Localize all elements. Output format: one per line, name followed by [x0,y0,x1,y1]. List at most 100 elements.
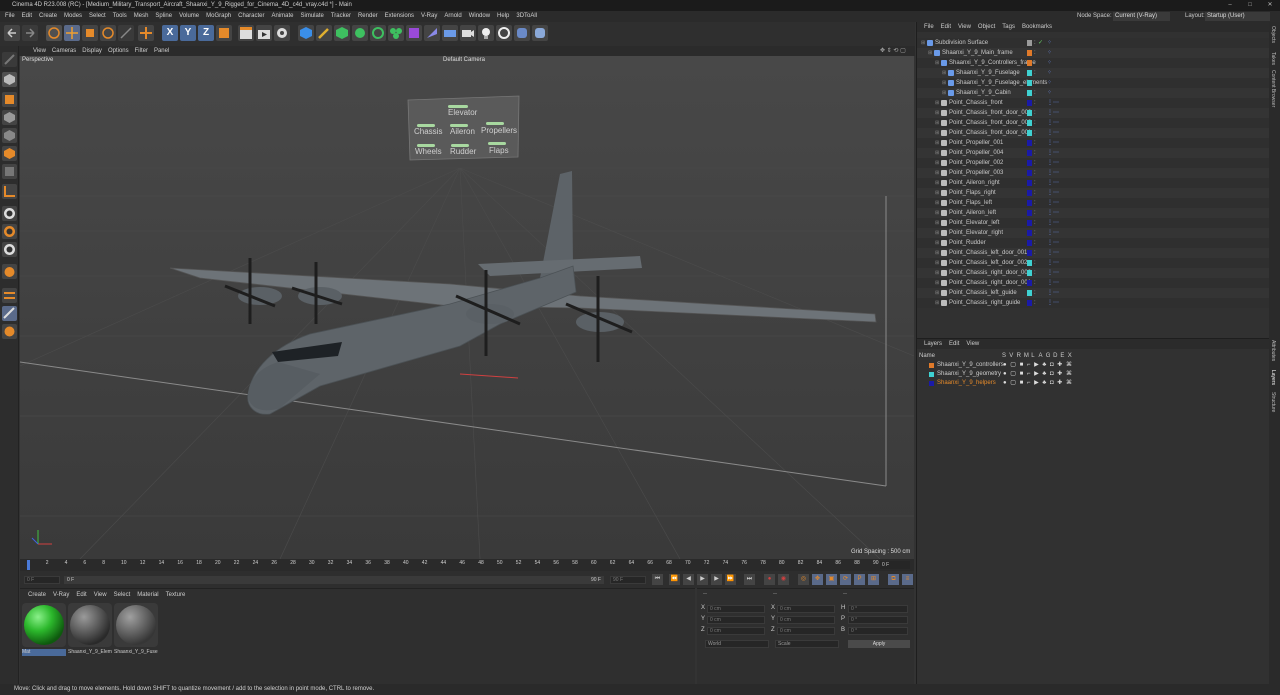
coord-size-field[interactable]: 0 cm [777,627,835,635]
next-frame-button[interactable]: ▶ [711,574,722,585]
z-axis-lock[interactable]: Z [198,25,214,41]
prev-frame-button[interactable]: ◀ [683,574,694,585]
object-name[interactable]: Subdivision Surface [935,38,988,48]
visibility-dots-icon[interactable]: : [1034,148,1036,158]
menu-item[interactable]: Window [469,11,490,22]
start-frame-field[interactable]: 0 F [24,576,60,584]
camera-button[interactable] [460,25,476,41]
object-menu-item[interactable]: View [958,24,971,30]
tab-attributes[interactable]: Attributes [1270,340,1276,361]
key-position-button[interactable]: ✥ [812,574,823,585]
expand-toggle-icon[interactable]: ⊞ [935,148,939,158]
live-selection-button[interactable] [46,25,62,41]
layer-color-swatch[interactable] [1027,270,1032,276]
expand-toggle-icon[interactable]: ⊞ [935,238,939,248]
viewport-camera[interactable]: Default Camera [443,57,485,63]
object-row[interactable]: ⊞ Point_Chassis_front_door_002: ⋮⋯ [917,108,1270,118]
pen-spline-button[interactable] [316,25,332,41]
goto-end-button[interactable]: ⏭ [744,574,755,585]
visibility-dots-icon[interactable]: : [1034,208,1036,218]
tab-takes[interactable]: Takes [1270,52,1276,65]
expand-toggle-icon[interactable]: ⊞ [935,108,939,118]
object-row[interactable]: ⊞ Point_Propeller_002: ⋮⋯ [917,158,1270,168]
object-row[interactable]: ⊞ Point_Chassis_front_door_001: ⋮⋯ [917,128,1270,138]
next-key-button[interactable]: ⏩ [725,574,736,585]
visibility-dots-icon[interactable]: : [1034,68,1036,78]
visibility-dots-icon[interactable]: : [1034,108,1036,118]
layer-color-swatch[interactable] [1027,40,1032,46]
layer-color-swatch[interactable] [1027,90,1032,96]
object-row[interactable]: ⊞ Shaanxi_Y_9_Controllers_frame: ⁘ [917,58,1270,68]
snap-button-1[interactable] [2,206,17,221]
menu-item[interactable]: 3DToAll [516,11,537,22]
tag-icons[interactable]: ⁘ [1047,68,1052,78]
expand-toggle-icon[interactable]: ⊞ [935,288,939,298]
expand-toggle-icon[interactable]: ⊞ [928,48,932,58]
object-name[interactable]: Point_Aileron_left [949,208,996,218]
viewport-name[interactable]: Perspective [22,57,53,63]
menu-item[interactable]: Character [238,11,264,22]
tab-structure[interactable]: Structure [1270,392,1276,412]
visibility-dots-icon[interactable]: : [1034,278,1036,288]
object-menu-item[interactable]: Tags [1002,24,1015,30]
visibility-dots-icon[interactable]: : [1034,298,1036,308]
lock-workplane-button[interactable] [2,264,17,279]
playhead[interactable] [27,560,30,570]
recent-tools-button[interactable] [118,25,134,41]
tag-icons[interactable]: ⋮⋯ [1047,268,1059,278]
object-row[interactable]: ⊞ Point_Propeller_004: ⋮⋯ [917,148,1270,158]
visibility-dots-icon[interactable]: : [1034,88,1036,98]
expand-toggle-icon[interactable]: ⊞ [942,78,946,88]
coord-rot-field[interactable]: 0 ° [848,616,908,624]
workplane-button[interactable] [2,110,17,125]
material-menu-item[interactable]: Create [28,592,46,598]
mograph-button[interactable] [388,25,404,41]
coord-rot-field[interactable]: 0 ° [848,605,908,613]
tag-icons[interactable]: ⋮⋯ [1047,158,1059,168]
object-name[interactable]: Point_Chassis_left_guide [949,288,1017,298]
coord-scale-dropdown[interactable]: Scale [775,640,839,648]
make-editable-button[interactable] [2,52,17,67]
layer-color-swatch[interactable] [1027,130,1032,136]
material-swatch-elem[interactable] [68,603,112,647]
material-menu-item[interactable]: Texture [166,592,186,598]
object-row[interactable]: ⊞ Point_Chassis_front_door_003: ⋮⋯ [917,118,1270,128]
material-label-mat[interactable]: Mat [22,649,66,656]
expand-toggle-icon[interactable]: ⊞ [935,218,939,228]
model-mode-button[interactable] [2,72,17,87]
material-menu-item[interactable]: Material [137,592,158,598]
layer-color-swatch[interactable] [1027,100,1032,106]
hud-propellers-slider[interactable] [486,122,504,125]
visibility-dots-icon[interactable]: : [1034,168,1036,178]
object-menu-item[interactable]: File [924,24,934,30]
material-menu-item[interactable]: Edit [76,592,86,598]
expand-toggle-icon[interactable]: ⊞ [935,248,939,258]
expand-toggle-icon[interactable]: ⊞ [921,38,925,48]
key-param-button[interactable]: P [854,574,865,585]
layer-color-swatch[interactable] [1027,150,1032,156]
coord-size-field[interactable]: 0 cm [777,605,835,613]
visibility-dots-icon[interactable]: : [1034,248,1036,258]
tag-icons[interactable]: ⋮⋯ [1047,118,1059,128]
object-row[interactable]: ⊞ Point_Propeller_003: ⋮⋯ [917,168,1270,178]
object-menu-item[interactable]: Bookmarks [1022,24,1052,30]
minimize-button[interactable]: – [1222,0,1238,11]
tag-icons[interactable]: ⋮⋯ [1047,218,1059,228]
object-name[interactable]: Shaanxi_Y_9_Controllers_frame [949,58,1036,68]
undo-button[interactable] [4,25,20,41]
menu-item[interactable]: Animate [271,11,293,22]
goto-start-button[interactable]: ⏮ [652,574,663,585]
material-label-fuse[interactable]: Shaanxi_Y_9_Fuse [114,649,158,656]
layer-flag-icons[interactable]: ● ▢ ■ ⌐ ▶ ♣ ◘ ✚ ⌘ [1003,370,1073,379]
layer-color-swatch[interactable] [1027,220,1032,226]
visibility-dots-icon[interactable]: : [1034,128,1036,138]
snap-button-2[interactable] [2,224,17,239]
object-name[interactable]: Shaanxi_Y_9_Cabin [956,88,1011,98]
expand-toggle-icon[interactable]: ⊞ [935,98,939,108]
layer-name[interactable]: Shaanxi_Y_9_controllers [937,361,1004,370]
layer-row[interactable]: Shaanxi_Y_9_controllers ● ▢ ■ ⌐ ▶ ♣ ◘ ✚ ⌘ [921,361,1261,370]
viewport-menu-item[interactable]: Filter [135,48,148,54]
material-menu-item[interactable]: View [94,592,107,598]
menu-item[interactable]: Mesh [134,11,149,22]
expand-toggle-icon[interactable]: ⊞ [935,278,939,288]
